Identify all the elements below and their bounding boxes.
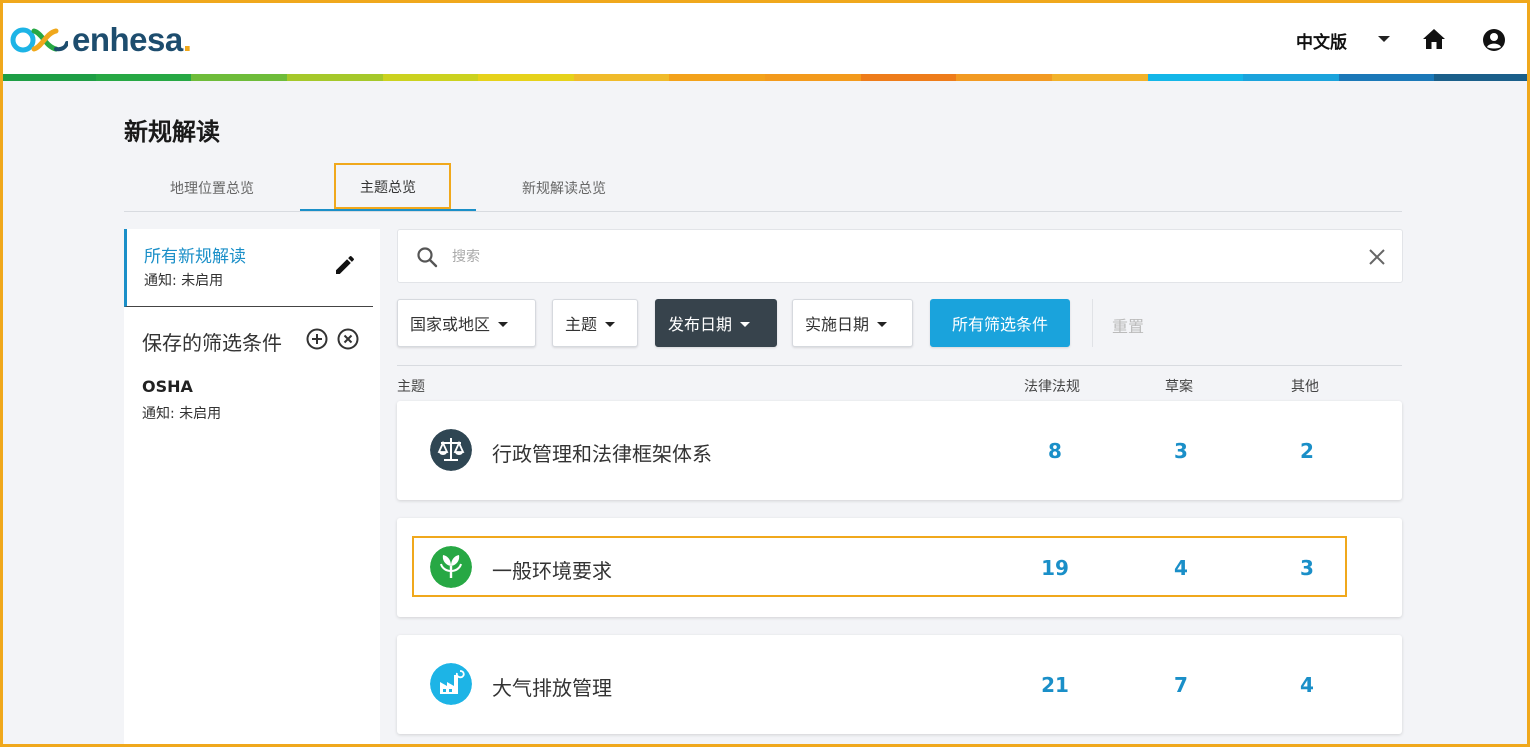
column-header-drafts: 草案: [1165, 379, 1193, 395]
caret-down-icon: [498, 321, 509, 327]
filter-divider: [1092, 299, 1093, 347]
row-title: 行政管理和法律框架体系: [492, 442, 712, 466]
close-icon[interactable]: [1368, 248, 1386, 266]
column-header-laws: 法律法规: [1024, 379, 1080, 395]
home-icon[interactable]: [1422, 28, 1446, 50]
row-other-count[interactable]: 4: [1277, 673, 1337, 697]
view-tabs: 地理位置总览 主题总览 新规解读总览: [124, 164, 1402, 212]
factory-icon: [430, 663, 472, 705]
topic-filter-button[interactable]: 主题: [552, 299, 638, 347]
table-separator: [397, 365, 1402, 366]
caret-down-icon: [740, 321, 751, 327]
country-filter-button[interactable]: 国家或地区: [397, 299, 536, 347]
tab-highlight-box: [334, 163, 451, 209]
tab-geography-overview[interactable]: 地理位置总览: [124, 164, 300, 211]
saved-filter-item-subtitle: 通知: 未启用: [142, 406, 222, 422]
row-highlight-box: [412, 536, 1347, 597]
add-circle-icon[interactable]: [305, 327, 329, 351]
column-header-other: 其他: [1291, 379, 1319, 395]
row-other-count[interactable]: 2: [1277, 439, 1337, 463]
scales-icon: [430, 429, 472, 471]
country-filter-label: 国家或地区: [410, 315, 491, 334]
sidebar-item-subtitle: 通知: 未启用: [144, 273, 224, 289]
table-row[interactable]: 大气排放管理 21 7 4: [397, 635, 1402, 734]
language-selector[interactable]: 中文版: [1296, 28, 1347, 53]
chevron-down-icon[interactable]: [1378, 36, 1390, 42]
search-input[interactable]: [452, 242, 1352, 272]
topic-filter-label: 主题: [565, 315, 598, 334]
logo-text: enhesa.: [72, 21, 192, 58]
all-filters-button[interactable]: 所有筛选条件: [930, 299, 1070, 347]
publish-date-filter-label: 发布日期: [668, 315, 733, 334]
clear-circle-icon[interactable]: [336, 327, 360, 351]
brand-color-stripe: [0, 74, 1530, 81]
table-row[interactable]: 行政管理和法律框架体系 8 3 2: [397, 401, 1402, 500]
sidebar: 所有新规解读 通知: 未启用 保存的筛选条件 OSHA 通知: 未启用: [124, 229, 380, 747]
row-title: 大气排放管理: [492, 676, 612, 700]
effective-date-filter-label: 实施日期: [805, 315, 870, 334]
reset-button[interactable]: 重置: [1112, 313, 1144, 337]
saved-filters-title: 保存的筛选条件: [142, 331, 282, 355]
pencil-icon[interactable]: [333, 253, 357, 277]
caret-down-icon: [877, 321, 888, 327]
search-icon: [417, 247, 438, 268]
tab-updates-overview[interactable]: 新规解读总览: [476, 164, 652, 211]
row-laws-count[interactable]: 8: [1025, 439, 1085, 463]
publish-date-filter-button[interactable]: 发布日期: [655, 299, 777, 347]
sidebar-item-all-updates[interactable]: 所有新规解读 通知: 未启用: [124, 229, 373, 307]
saved-filter-item-title[interactable]: OSHA: [142, 377, 193, 396]
row-laws-count[interactable]: 21: [1025, 673, 1085, 697]
column-header-topic: 主题: [397, 379, 425, 395]
effective-date-filter-button[interactable]: 实施日期: [792, 299, 913, 347]
logo-mark-icon: [10, 27, 68, 53]
enhesa-logo[interactable]: enhesa.: [10, 21, 192, 58]
page-title: 新规解读: [124, 118, 220, 146]
account-icon[interactable]: [1482, 28, 1506, 52]
row-drafts-count[interactable]: 3: [1151, 439, 1211, 463]
sidebar-item-title: 所有新规解读: [144, 247, 246, 267]
search-bar: [397, 229, 1403, 283]
top-header: enhesa. 中文版: [0, 0, 1530, 74]
row-drafts-count[interactable]: 7: [1151, 673, 1211, 697]
caret-down-icon: [605, 321, 616, 327]
